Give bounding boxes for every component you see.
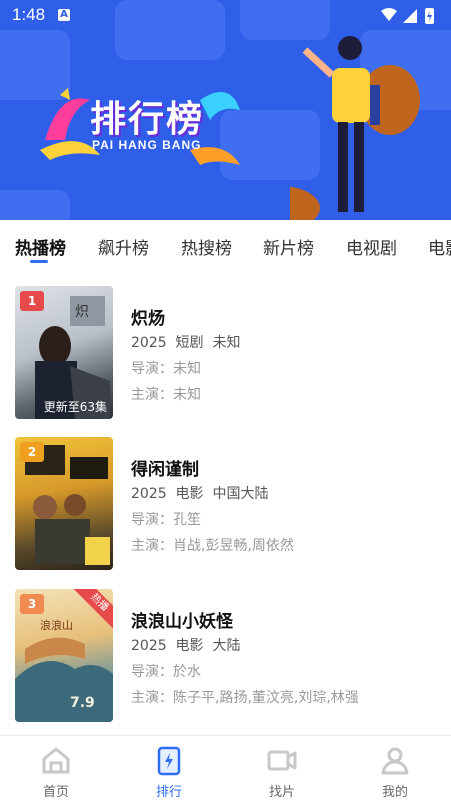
cast-names: 陈子平,路扬,董汶亮,刘琮,林强 — [173, 690, 359, 706]
nav-find[interactable]: 找片 — [226, 736, 338, 804]
list-item[interactable]: 浪浪山 7.9 热播 3 浪浪山小妖怪 2025 电影 大陆 导演：於水 主演：… — [0, 589, 451, 729]
director-label: 导演： — [131, 361, 173, 377]
item-director: 导演：未知 — [131, 358, 201, 378]
nav-home[interactable]: 首页 — [0, 736, 112, 804]
cast-label: 主演： — [131, 538, 173, 554]
tab-new-release[interactable]: 新片榜 — [263, 234, 314, 259]
item-cast: 主演：陈子平,路扬,董汶亮,刘琮,林强 — [131, 687, 359, 707]
poster[interactable]: 炽 1 更新至63集 — [15, 286, 113, 419]
status-time: 1:48 — [12, 5, 46, 24]
poster-episode-caption: 更新至63集 — [43, 400, 107, 414]
character-illustration-icon — [290, 36, 420, 220]
banner: 1:48 A 排行榜 PAI HANG BANG — [0, 0, 451, 220]
item-meta: 2025 短剧 未知 — [131, 332, 240, 352]
svg-text:炽: 炽 — [75, 304, 89, 320]
item-director: 导演：孔笙 — [131, 509, 201, 529]
cast-label: 主演： — [131, 387, 173, 403]
poster[interactable]: 2 — [15, 437, 113, 570]
tab-hot-play[interactable]: 热播榜 — [15, 234, 66, 259]
active-tab-indicator — [30, 260, 48, 263]
item-title[interactable]: 炽炀 — [131, 304, 165, 329]
item-year: 2025 — [131, 335, 167, 351]
svg-text:浪浪山: 浪浪山 — [40, 618, 73, 632]
director-name: 未知 — [173, 361, 201, 377]
item-type: 电影 — [175, 638, 204, 654]
rank-badge: 3 — [20, 594, 44, 614]
cast-names: 肖战,彭昱畅,周依然 — [173, 538, 294, 554]
banner-title: 排行榜 — [90, 99, 205, 140]
item-meta: 2025 电影 中国大陆 — [131, 483, 268, 503]
bottom-nav: 首页 排行 找片 我的 — [0, 735, 451, 804]
tab-hot-search[interactable]: 热搜榜 — [181, 234, 232, 259]
item-region: 大陆 — [212, 638, 241, 654]
rank-badge: 1 — [20, 291, 44, 311]
director-name: 孔笙 — [173, 512, 201, 528]
banner-logo: 排行榜 PAI HANG BANG — [40, 70, 240, 170]
profile-icon — [381, 747, 409, 775]
rank-badge: 2 — [20, 442, 44, 462]
nav-find-label: 找片 — [268, 785, 295, 800]
item-region: 未知 — [212, 335, 241, 351]
tab-tv-series[interactable]: 电视剧 — [346, 234, 397, 259]
item-title[interactable]: 浪浪山小妖怪 — [131, 607, 233, 632]
video-camera-icon — [267, 750, 297, 771]
nav-home-label: 首页 — [42, 785, 69, 800]
item-year: 2025 — [131, 638, 167, 654]
status-icons — [379, 7, 439, 30]
item-type: 短剧 — [175, 335, 204, 351]
category-tabs: 热播榜 飙升榜 热搜榜 新片榜 电视剧 电影 — [0, 220, 451, 270]
item-type: 电影 — [175, 486, 204, 502]
cast-label: 主演： — [131, 690, 173, 706]
list-item[interactable]: 2 得闲谨制 2025 电影 中国大陆 导演：孔笙 主演：肖战,彭昱畅,周依然 — [0, 437, 451, 577]
item-cast: 主演：肖战,彭昱畅,周依然 — [131, 535, 294, 555]
ranking-icon — [157, 746, 181, 776]
item-title[interactable]: 得闲谨制 — [131, 455, 199, 480]
tab-movie[interactable]: 电影 — [428, 234, 451, 259]
item-year: 2025 — [131, 486, 167, 502]
director-name: 於水 — [173, 664, 201, 680]
wifi-signal-battery-icon — [381, 8, 434, 24]
director-label: 导演： — [131, 664, 173, 680]
item-meta: 2025 电影 大陆 — [131, 635, 240, 655]
home-icon — [42, 747, 70, 774]
item-director: 导演：於水 — [131, 661, 201, 681]
director-label: 导演： — [131, 512, 173, 528]
nav-profile[interactable]: 我的 — [339, 736, 451, 804]
poster[interactable]: 浪浪山 7.9 热播 3 — [15, 589, 113, 722]
list-item[interactable]: 炽 1 更新至63集 炽炀 2025 短剧 未知 导演：未知 主演：未知 — [0, 286, 451, 426]
item-cast: 主演：未知 — [131, 384, 201, 404]
nav-ranking-label: 排行 — [155, 785, 182, 800]
svg-text:7.9: 7.9 — [70, 695, 95, 711]
tab-rising[interactable]: 飙升榜 — [98, 234, 149, 259]
banner-subtitle: PAI HANG BANG — [92, 138, 202, 152]
notification-icon: A — [58, 9, 70, 21]
nav-ranking[interactable]: 排行 — [113, 736, 225, 804]
cast-names: 未知 — [173, 387, 201, 403]
banner-tile — [0, 190, 70, 220]
nav-profile-label: 我的 — [381, 785, 408, 800]
item-region: 中国大陆 — [212, 486, 269, 502]
status-bar: 1:48 A — [0, 0, 451, 30]
